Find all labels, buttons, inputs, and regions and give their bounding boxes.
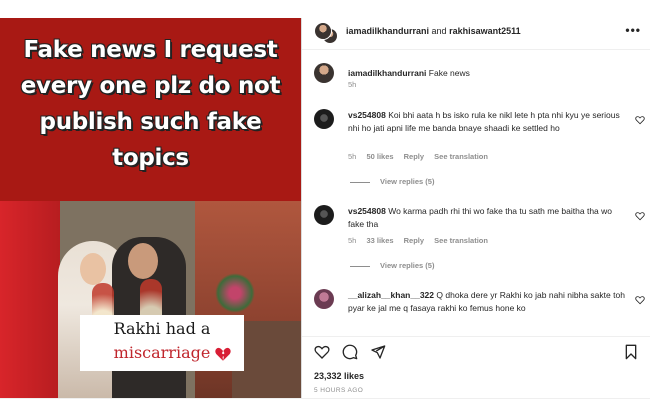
- comment-text: Koi bhi aata h bs isko rula ke nikl lete…: [348, 110, 620, 133]
- comment-meta: 5h: [348, 80, 364, 89]
- comment-likes[interactable]: 33 likes: [366, 236, 393, 245]
- comment-meta: 5h 50 likes Reply See translation: [348, 152, 496, 161]
- comment-username[interactable]: vs254808: [348, 206, 386, 216]
- comment-avatar[interactable]: [314, 289, 334, 309]
- flower-vase: [215, 273, 255, 313]
- author-joiner: and: [429, 26, 450, 36]
- bottom-bar: [0, 398, 650, 416]
- comment-username[interactable]: __alizah__khan__322: [348, 290, 434, 300]
- comment-item: __alizah__khan__322 Q dhoka dere yr Rakh…: [302, 287, 650, 336]
- media-headline-text: Fake news I request every one plz do not…: [20, 37, 281, 171]
- comment-avatar[interactable]: [314, 205, 334, 225]
- more-horizontal-icon[interactable]: •••: [625, 23, 641, 37]
- groom-face: [128, 243, 158, 279]
- view-replies-button[interactable]: View replies (5): [350, 261, 434, 270]
- reply-button[interactable]: Reply: [404, 236, 424, 245]
- comment-text: Fake news: [428, 68, 470, 78]
- see-translation-button[interactable]: See translation: [434, 236, 488, 245]
- comment-time: 5h: [348, 152, 357, 161]
- likes-count[interactable]: 23,332 likes: [314, 371, 364, 381]
- comment-meta: 5h 33 likes Reply See translation: [348, 236, 496, 245]
- comment-body: vs254808 Koi bhi aata h bs isko rula ke …: [348, 109, 628, 134]
- post-authors: iamadilkhandurrani and rakhisawant2511: [346, 26, 521, 36]
- comments-list[interactable]: iamadilkhandurrani Fake news 5h vs254808…: [302, 51, 650, 336]
- author-link-2[interactable]: rakhisawant2511: [449, 26, 521, 36]
- author-link-1[interactable]: iamadilkhandurrani: [346, 26, 429, 36]
- photo-bg-left: [0, 201, 60, 398]
- comment-text: Wo karma padh rhi thi wo fake tha tu sat…: [348, 206, 613, 229]
- comment-item: vs254808 Wo karma padh rhi thi wo fake t…: [302, 203, 650, 283]
- caption-line-2-text: miscarriage: [113, 343, 211, 362]
- reply-button[interactable]: Reply: [404, 152, 424, 161]
- comment-item: iamadilkhandurrani Fake news 5h: [302, 61, 650, 101]
- view-replies-label: View replies (5): [380, 177, 435, 186]
- comment-time: 5h: [348, 236, 357, 245]
- top-bar: [0, 0, 650, 18]
- heart-outline-icon[interactable]: [314, 344, 330, 360]
- comment-time: 5h: [348, 80, 357, 89]
- bride-face: [80, 253, 106, 285]
- comment-like-heart-icon[interactable]: [635, 295, 645, 305]
- comment-like-heart-icon[interactable]: [635, 211, 645, 221]
- send-icon[interactable]: [370, 344, 386, 360]
- view-replies-button[interactable]: View replies (5): [350, 177, 434, 186]
- comment-username[interactable]: iamadilkhandurrani: [348, 68, 426, 78]
- comment-body: __alizah__khan__322 Q dhoka dere yr Rakh…: [348, 289, 628, 314]
- post-media[interactable]: Fake news I request every one plz do not…: [0, 18, 301, 398]
- comment-avatar[interactable]: [314, 63, 334, 83]
- media-caption-box: Rakhi had a miscarriage: [80, 315, 244, 371]
- comment-username[interactable]: vs254808: [348, 110, 386, 120]
- see-translation-button[interactable]: See translation: [434, 152, 488, 161]
- post-side-panel: iamadilkhandurrani and rakhisawant2511 •…: [301, 18, 650, 398]
- post-actions: 23,332 likes 5 HOURS AGO: [302, 336, 650, 398]
- comment-body: vs254808 Wo karma padh rhi thi wo fake t…: [348, 205, 628, 230]
- post-time-ago: 5 HOURS AGO: [314, 387, 364, 394]
- broken-heart-icon: [215, 347, 231, 361]
- instagram-post-window: Fake news I request every one plz do not…: [0, 0, 650, 416]
- comment-like-heart-icon[interactable]: [635, 115, 645, 125]
- comment-body: iamadilkhandurrani Fake news: [348, 67, 628, 80]
- bookmark-icon[interactable]: [623, 344, 639, 360]
- comment-avatar[interactable]: [314, 109, 334, 129]
- comment-likes[interactable]: 50 likes: [366, 152, 393, 161]
- post-header: iamadilkhandurrani and rakhisawant2511 •…: [302, 18, 650, 50]
- comment-icon[interactable]: [342, 344, 358, 360]
- comment-item: vs254808 Koi bhi aata h bs isko rula ke …: [302, 107, 650, 187]
- avatar-user1[interactable]: [314, 22, 332, 40]
- view-replies-label: View replies (5): [380, 261, 435, 270]
- caption-line-1: Rakhi had a: [113, 319, 211, 338]
